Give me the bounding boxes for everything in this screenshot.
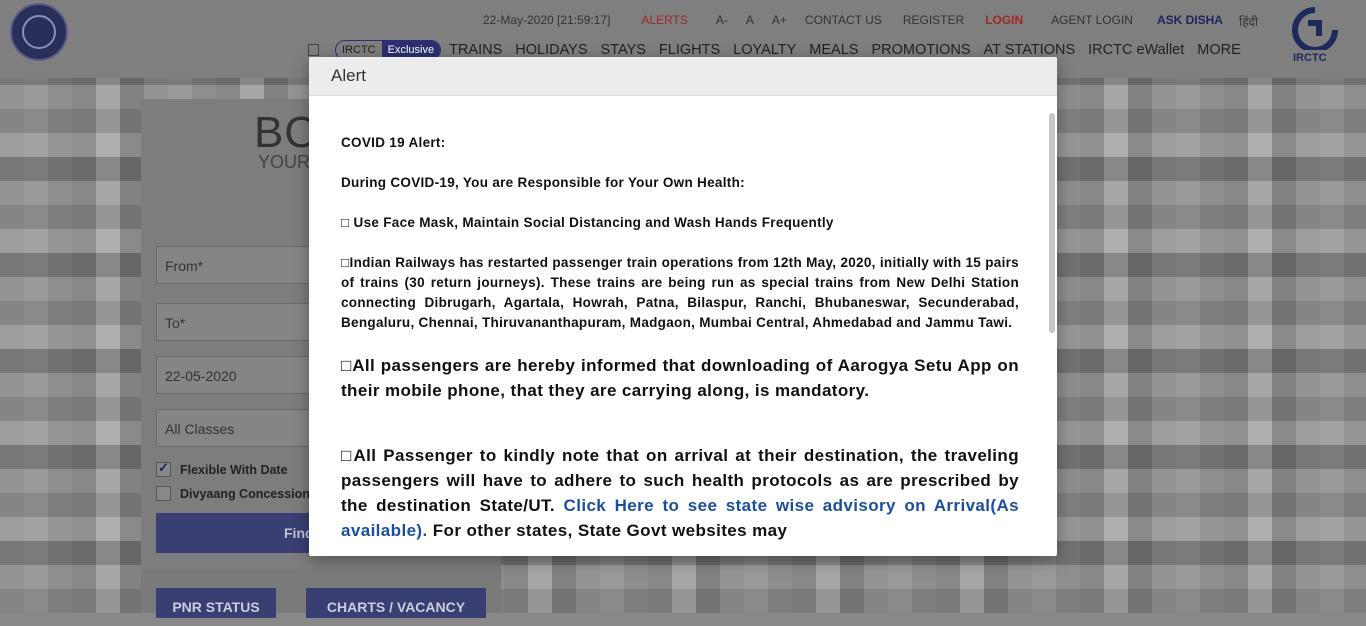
font-increase-link[interactable]: A+ (772, 13, 787, 27)
flexible-date-checkbox[interactable]: Flexible With Date (156, 460, 288, 477)
aarogya-setu-text: □All passengers are hereby informed that… (341, 353, 1019, 403)
register-link[interactable]: REGISTER (903, 13, 964, 27)
bullet-icon: □ (341, 255, 350, 270)
nav-holidays[interactable]: HOLIDAYS (515, 42, 587, 58)
booking-subtitle: YOUR (258, 152, 311, 172)
ask-disha-link[interactable]: ASK DISHA (1157, 13, 1223, 27)
modal-body: COVID 19 Alert: During COVID-19, You are… (341, 113, 1019, 556)
login-link[interactable]: LOGIN (985, 13, 1023, 27)
checkbox-checked-icon (156, 460, 171, 477)
irctc-logo-icon[interactable] (1288, 6, 1342, 50)
nav-loyalty[interactable]: LOYALTY (733, 42, 796, 58)
arrival-protocol-tail: For other states, State Govt websites ma… (427, 521, 788, 540)
covid-alert-heading: COVID 19 Alert: (341, 135, 446, 150)
nav-stays[interactable]: STAYS (601, 42, 646, 58)
font-decrease-link[interactable]: A- (716, 13, 728, 27)
alert-modal: Alert COVID 19 Alert: During COVID-19, Y… (309, 57, 1057, 556)
irctc-logo-text: IRCTC (1293, 52, 1327, 64)
responsible-health-text: During COVID-19, You are Responsible for… (341, 175, 745, 190)
nav-more[interactable]: MORE (1197, 42, 1241, 58)
menu-icon[interactable] (308, 44, 319, 56)
font-normal-link[interactable]: A (746, 13, 754, 27)
nav-meals[interactable]: MEALS (809, 42, 858, 58)
nav-at-stations[interactable]: AT STATIONS (984, 42, 1076, 58)
bullet-icon: □ (341, 356, 353, 375)
nav-promotions[interactable]: PROMOTIONS (871, 42, 970, 58)
checkbox-unchecked-icon (156, 486, 171, 501)
flexible-date-label: Flexible With Date (180, 462, 288, 477)
face-mask-label: Use Face Mask, Maintain Social Distancin… (349, 215, 834, 230)
timestamp: 22-May-2020 [21:59:17] (483, 13, 611, 27)
charts-vacancy-button[interactable]: CHARTS / VACANCY (306, 588, 486, 618)
nav-flights[interactable]: FLIGHTS (659, 42, 720, 58)
divyaang-checkbox[interactable]: Divyaang Concession (156, 486, 310, 501)
pnr-status-button[interactable]: PNR STATUS (156, 588, 276, 618)
irctc-pill-label: IRCTC (342, 44, 376, 56)
train-operations-label: Indian Railways has restarted passenger … (341, 255, 1019, 330)
top-links-bar: 22-May-2020 [21:59:17] ALERTS A- A A+ CO… (483, 13, 1258, 29)
face-mask-text: □ Use Face Mask, Maintain Social Distanc… (341, 213, 1019, 233)
modal-title: Alert (309, 57, 1057, 96)
indian-railways-logo[interactable] (10, 3, 68, 61)
nav-trains[interactable]: TRAINS (449, 42, 502, 58)
modal-scrollbar[interactable] (1049, 113, 1055, 333)
hindi-link[interactable]: हिंदी (1239, 13, 1258, 29)
alerts-link[interactable]: ALERTS (641, 13, 687, 27)
aarogya-setu-label: All passengers are hereby informed that … (341, 356, 1019, 400)
divyaang-label: Divyaang Concession (180, 486, 310, 501)
train-operations-text: □Indian Railways has restarted passenger… (341, 253, 1019, 333)
bullet-icon: □ (341, 446, 354, 465)
arrival-protocol-text: □All Passenger to kindly note that on ar… (341, 443, 1019, 543)
agent-login-link[interactable]: AGENT LOGIN (1051, 13, 1133, 27)
nav-ewallet[interactable]: IRCTC eWallet (1088, 42, 1184, 58)
contact-us-link[interactable]: CONTACT US (805, 13, 882, 27)
